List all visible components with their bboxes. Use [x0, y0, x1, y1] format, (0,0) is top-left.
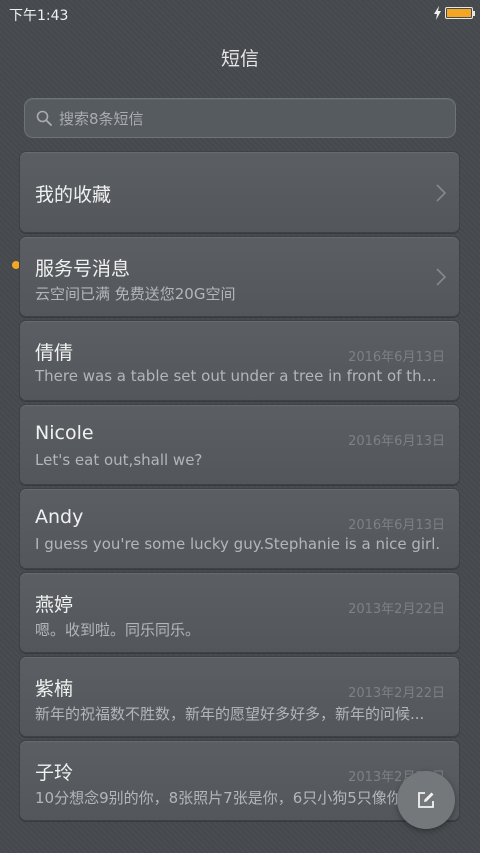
conversation-item[interactable]: 燕婷 2013年2月22日 嗯。收到啦。同乐同乐。	[19, 572, 460, 653]
battery-icon	[445, 7, 475, 19]
compose-icon	[418, 792, 434, 808]
service-preview: 云空间已满 免费送您20G空间	[35, 285, 236, 303]
message-preview: 嗯。收到啦。同乐同乐。	[35, 621, 201, 639]
chevron-right-icon	[436, 268, 447, 286]
search-box[interactable]	[24, 98, 456, 139]
message-date: 2016年6月13日	[348, 434, 445, 449]
conversation-item[interactable]: 紫楠 2013年2月22日 新年的祝福数不胜数，新年的愿望好多好多，新年的问候.…	[19, 656, 460, 737]
chevron-right-icon	[436, 184, 447, 202]
favorites-label: 我的收藏	[35, 184, 112, 206]
message-preview: 10分想念9别的你，8张照片7张是你，6只小狗5只像你	[35, 789, 402, 807]
charging-icon	[434, 6, 441, 20]
contact-name: Andy	[35, 506, 84, 528]
status-bar: 下午1:43	[0, 0, 480, 28]
message-preview: Let's eat out,shall we?	[35, 451, 203, 469]
message-preview: 新年的祝福数不胜数，新年的愿望好多好多，新年的问候...	[35, 705, 425, 723]
service-messages-item[interactable]: 服务号消息 云空间已满 免费送您20G空间	[19, 236, 460, 317]
search-input[interactable]	[57, 99, 451, 139]
conversation-item[interactable]: Nicole 2016年6月13日 Let's eat out,shall we…	[19, 404, 460, 485]
contact-name: Nicole	[35, 422, 94, 444]
conversation-item[interactable]: 子玲 2013年2月22日 10分想念9别的你，8张照片7张是你，6只小狗5只像…	[19, 740, 460, 821]
service-title: 服务号消息	[35, 258, 131, 280]
message-preview: I guess you're some lucky guy.Stephanie …	[35, 535, 441, 553]
message-date: 2013年2月22日	[348, 686, 445, 701]
contact-name: 子玲	[35, 762, 74, 784]
conversation-item[interactable]: 倩倩 2016年6月13日 There was a table set out …	[19, 320, 460, 401]
page-title: 短信	[220, 48, 259, 70]
search-icon	[36, 110, 52, 126]
conversation-item[interactable]: Andy 2016年6月13日 I guess you're some luck…	[19, 488, 460, 569]
favorites-item[interactable]: 我的收藏	[19, 151, 460, 233]
status-time: 下午1:43	[9, 8, 69, 24]
message-date: 2016年6月13日	[348, 518, 445, 533]
contact-name: 倩倩	[35, 342, 74, 364]
contact-name: 紫楠	[35, 678, 74, 700]
message-date: 2013年2月22日	[348, 602, 445, 617]
contact-name: 燕婷	[35, 594, 74, 616]
message-preview: There was a table set out under a tree i…	[35, 367, 445, 385]
compose-button[interactable]	[397, 771, 455, 829]
message-date: 2016年6月13日	[348, 350, 445, 365]
